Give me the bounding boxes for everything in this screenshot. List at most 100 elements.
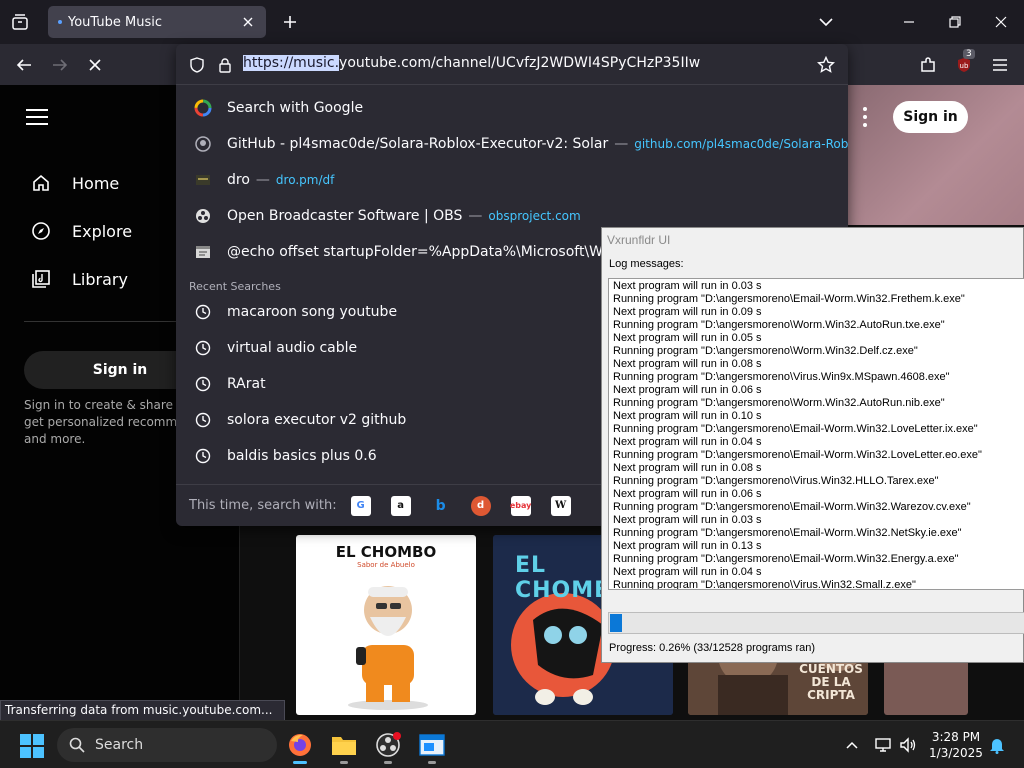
loading-dot-icon (58, 20, 62, 24)
new-tab-icon[interactable] (278, 10, 302, 34)
list-all-tabs-icon[interactable] (812, 8, 840, 36)
google-icon[interactable]: G (350, 495, 371, 516)
top-sign-in-button[interactable]: Sign in (893, 101, 968, 133)
stop-loading-icon[interactable] (82, 52, 108, 78)
suggestion-title: dro (227, 172, 250, 188)
vxrunfldr-window: Vxrunfldr UI Log messages: Next program … (601, 227, 1024, 663)
suggestion-dro[interactable]: dro — dro.pm/df (176, 162, 848, 198)
tab-list-icon[interactable] (8, 10, 32, 34)
log-line: Next program will run in 0.13 s (613, 540, 762, 552)
suggestion-url: obsproject.com (488, 209, 581, 223)
compass-icon (30, 220, 52, 242)
recent-search-text: macaroon song youtube (227, 304, 398, 320)
tab-youtube-music[interactable]: YouTube Music (48, 6, 266, 38)
sidebar-item-home[interactable]: Home (30, 169, 119, 197)
log-line: Next program will run in 0.03 s (613, 280, 762, 292)
wikipedia-icon[interactable]: W (550, 495, 571, 516)
dro-favicon (194, 171, 212, 189)
suggestion-search-google[interactable]: Search with Google (176, 90, 848, 126)
restore-icon[interactable] (941, 8, 969, 36)
log-listbox[interactable]: Next program will run in 0.03 s Running p… (608, 278, 1024, 590)
network-icon[interactable] (873, 735, 893, 755)
album-card[interactable]: EL CHOMBO Sabor de Abuelo (296, 535, 476, 715)
log-line: Running program "D:\angersmoreno\Virus.W… (613, 371, 950, 383)
bookmark-star-icon[interactable] (816, 55, 836, 75)
notification-bell-icon[interactable] (987, 735, 1007, 755)
recent-search-text: baldis basics plus 0.6 (227, 448, 377, 464)
recent-searches-label: Recent Searches (189, 280, 281, 293)
duckduckgo-icon[interactable]: d (470, 495, 491, 516)
log-line: Running program "D:\angersmoreno\Email-W… (613, 423, 978, 435)
show-hidden-icons-chevron-icon[interactable] (842, 735, 862, 755)
progress-bar-fill (610, 614, 622, 632)
sidebar-item-label: Library (72, 269, 128, 289)
progress-bar (608, 612, 1024, 634)
system-clock[interactable]: 3:28 PM 1/3/2025 (926, 729, 986, 761)
suggestion-title: Open Broadcaster Software | OBS (227, 208, 463, 224)
ublock-origin-icon[interactable]: ub 3 (951, 49, 977, 78)
suggestion-github[interactable]: GitHub - pl4smac0de/Solara-Roblox-Execut… (176, 126, 848, 162)
minimize-icon[interactable] (895, 8, 923, 36)
tracking-protection-shield-icon[interactable] (187, 55, 207, 75)
search-placeholder: Search (95, 737, 144, 753)
log-line: Next program will run in 0.04 s (613, 436, 762, 448)
sidebar-item-library[interactable]: Library (30, 265, 128, 293)
history-clock-icon (194, 303, 212, 321)
log-line: Running program "D:\angersmoreno\Virus.W… (613, 475, 939, 487)
more-options-icon[interactable] (860, 107, 870, 127)
lock-icon[interactable] (215, 55, 235, 75)
forward-arrow-icon[interactable] (47, 52, 73, 78)
windows-start-icon[interactable] (20, 734, 44, 758)
bing-icon[interactable]: b (431, 496, 451, 516)
recent-search-text: virtual audio cable (227, 340, 358, 356)
amazon-icon[interactable]: a (390, 495, 411, 516)
app-menu-icon[interactable] (987, 52, 1013, 78)
url-input[interactable]: https://music.youtube.com/channel/UCvfzJ… (176, 44, 848, 85)
suggestion-separator: — (255, 172, 270, 188)
tab-strip: YouTube Music (0, 0, 1024, 44)
home-icon (30, 172, 52, 194)
log-line: Next program will run in 0.04 s (613, 566, 762, 578)
log-line: Running program "D:\angersmoreno\Virus.W… (613, 579, 916, 590)
firefox-icon[interactable] (284, 729, 316, 764)
log-line: Running program "D:\angersmoreno\Email-W… (613, 553, 959, 565)
close-tab-icon[interactable] (238, 12, 258, 32)
log-line: Next program will run in 0.06 s (613, 384, 762, 396)
extensions-puzzle-icon[interactable] (915, 52, 941, 78)
url-selected-text: https://music. (243, 55, 340, 71)
log-line: Running program "D:\angersmoreno\Worm.Wi… (613, 397, 945, 409)
suggestion-separator: — (468, 208, 483, 224)
back-arrow-icon[interactable] (11, 52, 37, 78)
app-indicator (428, 761, 436, 764)
close-window-icon[interactable] (987, 8, 1015, 36)
obs-studio-icon[interactable] (372, 729, 404, 764)
active-app-indicator (293, 761, 307, 764)
window-title: Vxrunfldr UI (607, 233, 671, 247)
sidebar-item-explore[interactable]: Explore (30, 217, 132, 245)
album-title: CUENTOS DE LA CRIPTA (799, 662, 863, 702)
sidebar-item-label: Home (72, 173, 120, 193)
url-text[interactable]: https://music.youtube.com/channel/UCvfzJ… (243, 55, 700, 71)
volume-icon[interactable] (898, 735, 918, 755)
log-line: Running program "D:\angersmoreno\Email-W… (613, 449, 982, 461)
obs-icon (194, 207, 212, 225)
file-explorer-icon[interactable] (328, 729, 360, 764)
suggestion-url: dro.pm/df (275, 173, 335, 187)
log-line: Next program will run in 0.10 s (613, 410, 762, 422)
progress-text: Progress: 0.26% (33/12528 programs ran) (609, 642, 816, 654)
log-line: Next program will run in 0.09 s (613, 306, 762, 318)
log-line: Running program "D:\angersmoreno\Email-W… (613, 501, 971, 513)
taskbar-search-box[interactable]: Search (57, 728, 277, 762)
recent-search-text: RArat (227, 376, 266, 392)
history-clock-icon (194, 447, 212, 465)
log-line: Running program "D:\angersmoreno\Email-W… (613, 293, 965, 305)
vxrunfldr-app-icon[interactable] (416, 729, 448, 764)
ebay-icon[interactable]: ebay (510, 495, 531, 516)
album-art (348, 586, 428, 710)
log-line: Next program will run in 0.05 s (613, 332, 762, 344)
log-line: Running program "D:\angersmoreno\Worm.Wi… (613, 319, 945, 331)
taskbar: Search 3:28 PM 1/3/2025 (0, 720, 1024, 768)
extension-badge: 3 (963, 49, 975, 59)
menu-icon[interactable] (26, 109, 48, 125)
log-line: Next program will run in 0.06 s (613, 488, 762, 500)
